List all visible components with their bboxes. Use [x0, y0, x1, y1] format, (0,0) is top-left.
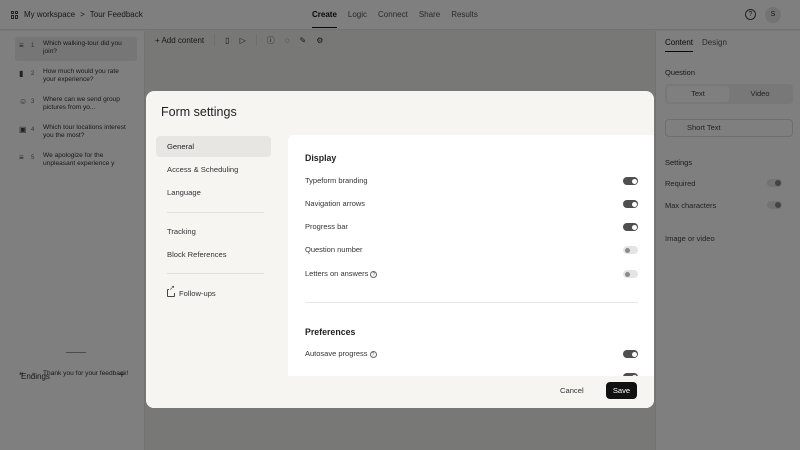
dialog-title: Form settings [161, 105, 237, 119]
sidebar-divider [167, 273, 264, 274]
nav-tracking[interactable]: Tracking [156, 221, 271, 242]
setting-label: Navigation arrows [305, 199, 366, 208]
form-settings-dialog: Form settings General Access & Schedulin… [146, 91, 654, 408]
question-number-toggle[interactable] [623, 246, 638, 254]
typeform-branding-toggle[interactable] [623, 177, 638, 185]
navigation-arrows-toggle[interactable] [623, 200, 638, 208]
nav-general[interactable]: General [156, 136, 271, 157]
setting-row-question-number: Question number [305, 244, 638, 256]
setting-label: Autosave progress [305, 349, 368, 358]
setting-label: Typeform branding [305, 176, 368, 185]
nav-access-scheduling[interactable]: Access & Scheduling [156, 159, 271, 180]
nav-language[interactable]: Language [156, 182, 271, 203]
setting-row-progress-bar: Progress bar [305, 221, 638, 233]
setting-label: Letters on answers [305, 269, 369, 278]
setting-row-autosave-progress: Autosave progress? [305, 348, 638, 360]
nav-block-references[interactable]: Block References [156, 244, 271, 265]
nav-follow-ups[interactable]: Follow-ups [156, 283, 271, 304]
save-button[interactable]: Save [606, 382, 637, 399]
progress-bar-toggle[interactable] [623, 223, 638, 231]
settings-content: Display Typeform branding Navigation arr… [288, 135, 654, 376]
setting-row-typeform-branding: Typeform branding [305, 175, 638, 187]
setting-row-navigation-arrows: Navigation arrows [305, 198, 638, 210]
section-divider [305, 302, 638, 303]
nav-follow-ups-label: Follow-ups [179, 289, 216, 298]
cancel-button[interactable]: Cancel [560, 383, 584, 399]
setting-row-letters-on-answers: Letters on answers? [305, 268, 638, 280]
setting-label: Question number [305, 245, 363, 254]
letters-on-answers-toggle[interactable] [623, 270, 638, 278]
preferences-heading: Preferences [305, 327, 356, 337]
sidebar-divider [167, 212, 264, 213]
autosave-progress-toggle[interactable] [623, 350, 638, 358]
help-circle-icon[interactable]: ? [369, 351, 377, 358]
display-heading: Display [305, 153, 337, 163]
help-circle-icon[interactable]: ? [370, 271, 378, 278]
external-link-icon [167, 285, 175, 297]
dialog-footer: Cancel Save [146, 376, 654, 408]
setting-label: Progress bar [305, 222, 348, 231]
